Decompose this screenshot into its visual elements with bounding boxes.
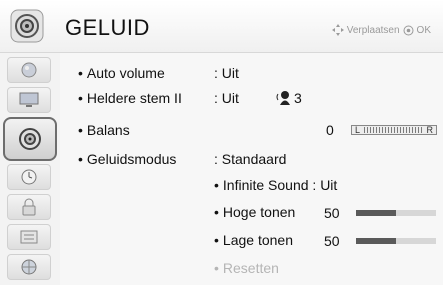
bass-label: Lage tonen	[214, 232, 293, 248]
sidebar-item-network[interactable]	[7, 254, 51, 280]
setting-row-sound-mode[interactable]: Geluidsmodus : Standaard	[60, 147, 443, 171]
ok-button-icon	[403, 25, 414, 36]
reset-item[interactable]: Resetten	[214, 260, 279, 276]
infinite-sound-item[interactable]: Infinite Sound : Uit	[214, 177, 337, 193]
auto-volume-value: : Uit	[214, 65, 239, 81]
category-sidebar	[0, 53, 60, 285]
bass-value: 50	[324, 233, 340, 249]
balance-left-label: L	[355, 125, 361, 135]
hint-ok-label: OK	[416, 24, 431, 36]
speaker-icon	[10, 9, 44, 43]
balance-value: 0	[326, 122, 334, 138]
sidebar-item-options[interactable]	[7, 224, 51, 250]
network-icon	[18, 258, 40, 276]
navigation-hint: Verplaatsen OK	[331, 24, 431, 36]
balance-right-label: R	[426, 125, 434, 135]
setting-row-clear-voice[interactable]: Heldere stem II : Uit 3	[60, 86, 443, 110]
clear-voice-value: : Uit	[214, 90, 239, 106]
sound-mode-value: : Standaard	[214, 151, 287, 167]
page-title: GELUID	[65, 15, 150, 40]
options-icon	[18, 228, 40, 246]
sidebar-item-screen[interactable]	[7, 87, 51, 113]
sidebar-item-lock[interactable]	[7, 194, 51, 220]
sound-menu-screen: GELUID Verplaatsen OK • Auto volume: Ui…	[0, 0, 443, 285]
sidebar-item-picture[interactable]	[7, 57, 51, 83]
lock-icon	[18, 198, 40, 216]
setting-row-auto-volume[interactable]: Auto volume : Uit	[60, 61, 443, 85]
treble-slider[interactable]	[356, 210, 436, 216]
treble-label: Hoge tonen	[214, 204, 295, 220]
sound-icon	[18, 127, 42, 151]
sidebar-item-time[interactable]	[7, 164, 51, 190]
move-arrows-icon	[331, 24, 344, 36]
balance-slider[interactable]: L R	[351, 125, 437, 135]
sidebar-item-sound[interactable]	[3, 117, 57, 161]
clock-icon	[18, 168, 40, 186]
auto-volume-label: Auto volume	[78, 65, 165, 81]
balance-ticks	[364, 127, 424, 133]
setting-row-balance[interactable]: Balans 0 L R	[60, 118, 443, 142]
voice-person-icon	[275, 90, 291, 109]
bass-slider[interactable]	[356, 238, 436, 244]
settings-list: Auto volume : Uit Heldere stem II : Uit …	[60, 53, 443, 285]
picture-icon	[18, 61, 40, 79]
hint-move-label: Verplaatsen	[346, 24, 400, 36]
treble-value: 50	[324, 205, 340, 221]
clear-voice-level: 3	[294, 90, 302, 106]
setting-row-bass[interactable]: Lage tonen 50	[60, 229, 443, 253]
menu-header: GELUID Verplaatsen OK	[0, 0, 443, 53]
bass-slider-fill	[356, 238, 396, 244]
sound-mode-label: Geluidsmodus	[78, 151, 177, 167]
setting-row-treble[interactable]: Hoge tonen 50	[60, 201, 443, 225]
screen-icon	[18, 91, 40, 109]
treble-slider-fill	[356, 210, 396, 216]
balance-label: Balans	[78, 122, 130, 138]
clear-voice-label: Heldere stem II	[78, 90, 182, 106]
